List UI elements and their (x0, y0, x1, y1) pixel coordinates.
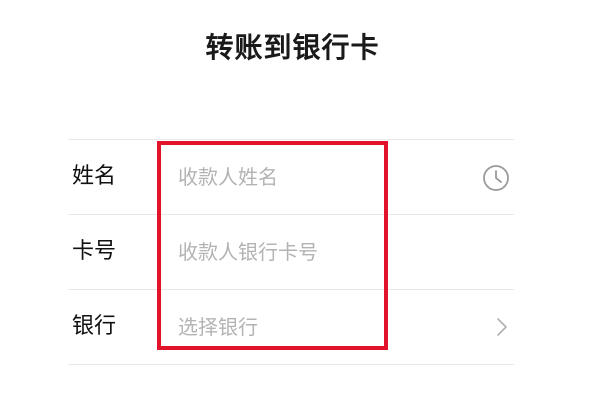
chevron-right-icon (497, 318, 507, 336)
clock-history-icon[interactable] (482, 164, 510, 192)
bank-select[interactable]: 选择银行 (178, 290, 258, 364)
card-number-label: 卡号 (72, 239, 117, 264)
name-row: 姓名 (68, 140, 514, 215)
name-label: 姓名 (72, 164, 117, 189)
bank-label: 银行 (72, 314, 117, 339)
card-number-input[interactable] (178, 233, 468, 271)
transfer-form: 姓名 卡号 银行 选择银行 (68, 139, 514, 365)
transfer-to-bank-card-page: 转账到银行卡 姓名 卡号 银行 选择银行 (0, 0, 600, 402)
bank-row[interactable]: 银行 选择银行 (68, 290, 514, 365)
card-number-row: 卡号 (68, 215, 514, 290)
payee-name-input[interactable] (178, 158, 468, 196)
page-title: 转账到银行卡 (205, 31, 380, 64)
